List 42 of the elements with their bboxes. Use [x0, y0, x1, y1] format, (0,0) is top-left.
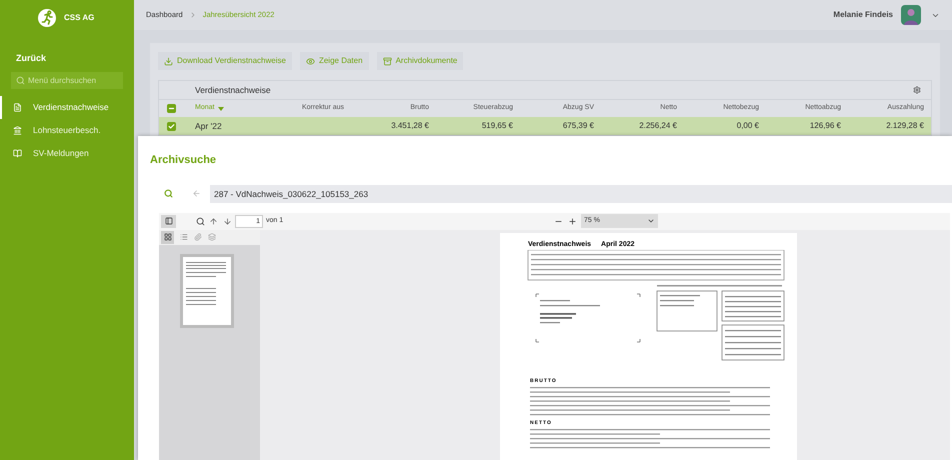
page-thumbnail[interactable] [180, 254, 234, 328]
grid-view-button[interactable] [161, 230, 174, 244]
document-search-field[interactable]: 287 - VdNachweis_030622_105153_263 [210, 184, 952, 202]
table-title: Verdienstnachweise [195, 84, 271, 96]
bank-icon [13, 126, 22, 134]
table-cell-text: 675,39 € [562, 120, 594, 132]
table-cell-text: 3.451,28 € [390, 120, 429, 132]
table-row[interactable]: Apr '22 3.451,28 € 519,65 € 675,39 € 2.256,24 € 0,00 € 126,96 € 2.129,28 € [159, 117, 931, 135]
runner-logo-icon [38, 9, 56, 27]
table-cell-text: 0,00 € [736, 120, 759, 132]
panel-icon [164, 217, 172, 225]
company-name: CSS AG [64, 12, 94, 24]
avatar[interactable] [901, 5, 921, 25]
paperclip-icon[interactable] [194, 233, 202, 241]
table-cell-text: 519,65 € [480, 120, 513, 132]
grid-icon [164, 233, 172, 241]
table-cell-text: 2.129,28 € [885, 120, 924, 132]
archive-box-icon [382, 56, 392, 66]
table-cell-text: 126,96 € [808, 120, 841, 132]
search-icon[interactable] [196, 216, 205, 226]
download-icon [164, 56, 173, 66]
book-icon [13, 148, 22, 158]
search-icon [16, 76, 25, 84]
zoom-in-icon[interactable] [568, 216, 577, 226]
sort-caret-icon [218, 106, 224, 110]
down-arrow-icon[interactable] [223, 216, 232, 226]
menu-search-field[interactable]: Menü durchsuchen [11, 72, 123, 88]
chevron-down-icon [647, 217, 655, 225]
eye-icon [306, 56, 315, 66]
up-arrow-icon[interactable] [209, 216, 218, 226]
table-cell-text: 2.256,24 € [638, 120, 677, 132]
dialog-title: Archivsuche [150, 153, 216, 168]
table-cell-text: Apr '22 [195, 120, 223, 132]
check-icon [168, 122, 175, 130]
minus-icon [168, 105, 175, 112]
document-icon [13, 102, 22, 112]
sidebar-toggle-button[interactable] [161, 214, 176, 228]
outline-icon[interactable] [180, 233, 188, 241]
row-checkbox[interactable] [167, 122, 176, 130]
settings-icon[interactable] [913, 86, 921, 94]
select-all-checkbox[interactable] [167, 104, 176, 113]
user-name: Melanie Findeis [833, 9, 893, 21]
